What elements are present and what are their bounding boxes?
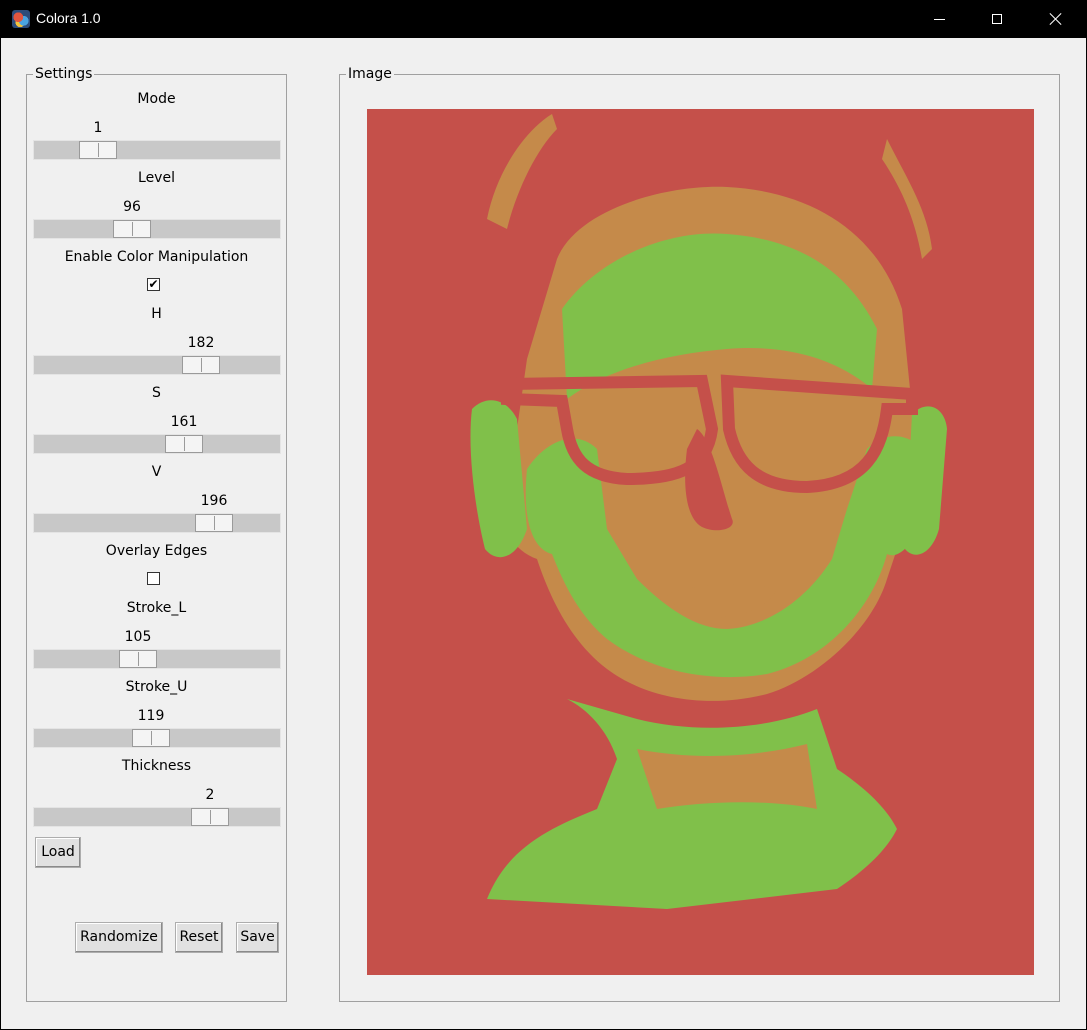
mode-slider-trough[interactable]	[33, 140, 281, 160]
settings-group: Settings Mode 1 Level 96 Enable Color Ma…	[26, 66, 287, 1002]
overlay-edges-label: Overlay Edges	[105, 543, 208, 559]
window-title: Colora 1.0	[36, 10, 101, 26]
s-slider-trough[interactable]	[33, 434, 281, 454]
minimize-icon	[933, 18, 945, 20]
level-value: 96	[123, 199, 141, 215]
image-group-label: Image	[346, 66, 394, 82]
title-bar[interactable]: Colora 1.0	[0, 0, 1087, 38]
randomize-button[interactable]: Randomize	[75, 922, 163, 953]
level-slider-thumb[interactable]	[113, 220, 151, 238]
mode-value: 1	[93, 120, 103, 136]
thickness-value: 2	[205, 787, 215, 803]
h-value: 182	[187, 335, 215, 351]
stroke-u-label: Stroke_U	[125, 679, 188, 695]
mode-label: Mode	[137, 91, 176, 107]
close-button[interactable]	[1027, 0, 1085, 38]
stroke-l-slider-trough[interactable]	[33, 649, 281, 669]
image-canvas	[367, 109, 1034, 975]
stroke-u-slider-thumb[interactable]	[132, 729, 170, 747]
stroke-l-value: 105	[124, 629, 152, 645]
level-slider-trough[interactable]	[33, 219, 281, 239]
v-label: V	[151, 464, 162, 480]
maximize-icon	[992, 14, 1002, 24]
thickness-slider-trough[interactable]	[33, 807, 281, 827]
h-label: H	[151, 306, 162, 322]
close-icon	[1049, 12, 1063, 26]
s-value: 161	[170, 414, 198, 430]
s-label: S	[152, 385, 161, 401]
load-button[interactable]: Load	[35, 837, 81, 868]
stroke-l-label: Stroke_L	[126, 600, 187, 616]
h-slider-thumb[interactable]	[182, 356, 220, 374]
app-window: Colora 1.0 Settings Mode 1 Level 96 Enab…	[0, 0, 1087, 1030]
thickness-label: Thickness	[121, 758, 192, 774]
v-value: 196	[200, 493, 228, 509]
posterized-portrait	[367, 109, 1034, 975]
mode-slider-thumb[interactable]	[79, 141, 117, 159]
s-slider-thumb[interactable]	[165, 435, 203, 453]
save-button[interactable]: Save	[236, 922, 279, 953]
thickness-slider-thumb[interactable]	[191, 808, 229, 826]
maximize-button[interactable]	[968, 0, 1026, 38]
stroke-u-value: 119	[137, 708, 165, 724]
stroke-l-slider-thumb[interactable]	[119, 650, 157, 668]
reset-button[interactable]: Reset	[175, 922, 223, 953]
app-icon	[12, 10, 30, 28]
enable-color-label: Enable Color Manipulation	[64, 249, 249, 265]
v-slider-trough[interactable]	[33, 513, 281, 533]
v-slider-thumb[interactable]	[195, 514, 233, 532]
client-area: Settings Mode 1 Level 96 Enable Color Ma…	[1, 38, 1086, 1029]
overlay-edges-checkbox[interactable]	[147, 572, 160, 585]
minimize-button[interactable]	[910, 0, 968, 38]
settings-group-label: Settings	[33, 66, 95, 82]
level-label: Level	[138, 170, 175, 186]
h-slider-trough[interactable]	[33, 355, 281, 375]
image-group: Image	[339, 66, 1060, 1002]
enable-color-checkbox[interactable]: ✔	[147, 278, 160, 291]
